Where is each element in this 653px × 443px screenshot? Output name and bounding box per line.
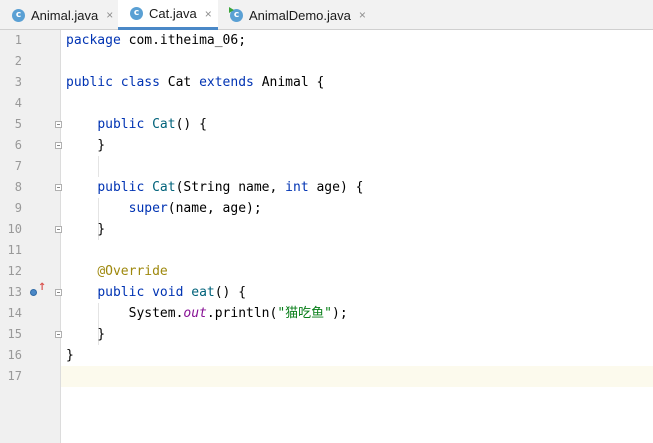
- line-number: 14: [7, 306, 22, 320]
- tab-animaldemo-java[interactable]: c AnimalDemo.java ×: [218, 0, 368, 30]
- run-arrow-icon: [229, 6, 234, 13]
- line-number: 2: [14, 54, 22, 68]
- code-line: public Cat() {: [97, 117, 207, 132]
- close-icon[interactable]: ×: [359, 8, 366, 22]
- tab-label: AnimalDemo.java: [249, 7, 351, 23]
- line-number: 9: [14, 201, 22, 215]
- close-icon[interactable]: ×: [106, 8, 113, 22]
- tab-animal-java[interactable]: c Animal.java ×: [0, 0, 118, 30]
- code-line: }: [66, 222, 106, 237]
- line-number: 11: [7, 243, 22, 257]
- code-line: @Override: [97, 264, 168, 279]
- line-number: 1: [14, 33, 22, 47]
- line-number: 12: [7, 264, 22, 278]
- code-line: public class Cat extends Animal {: [66, 75, 325, 90]
- code-line: package com.itheima_06;: [66, 33, 247, 48]
- class-icon-letter: c: [233, 9, 240, 20]
- line-number: 13: [7, 285, 22, 299]
- line-number: 8: [14, 180, 22, 194]
- code-line: System.out.println("猫吃鱼");: [66, 306, 348, 321]
- line-number: 4: [14, 96, 22, 110]
- editor-gutter: 1 2 3 4 5 6 7 8 9 10 11 12 13 14 15 16 1…: [0, 30, 62, 443]
- line-number: 10: [7, 222, 22, 236]
- line-number: 3: [14, 75, 22, 89]
- runnable-class-icon: c: [229, 6, 243, 22]
- indent-guide: [98, 156, 99, 177]
- class-icon: c: [130, 7, 143, 20]
- current-line[interactable]: [61, 366, 653, 387]
- override-method-icon[interactable]: ↑: [30, 282, 46, 299]
- line-number: 6: [14, 138, 22, 152]
- close-icon[interactable]: ×: [205, 7, 212, 21]
- line-number: 5: [14, 117, 22, 131]
- tab-cat-java[interactable]: c Cat.java ×: [118, 0, 218, 30]
- line-number: 15: [7, 327, 22, 341]
- code-editor[interactable]: package com.itheima_06; public class Cat…: [61, 30, 653, 443]
- line-number: 17: [7, 369, 22, 383]
- code-line: }: [66, 348, 74, 363]
- tab-label: Animal.java: [31, 7, 99, 23]
- code-line: super(name, age);: [128, 201, 262, 216]
- line-number: 7: [14, 159, 22, 173]
- editor-tab-bar: c Animal.java × c Cat.java × c AnimalDem…: [0, 0, 653, 30]
- tab-label: Cat.java: [149, 6, 197, 21]
- class-icon: c: [12, 8, 25, 22]
- code-line: }: [66, 327, 106, 342]
- line-number: 16: [7, 348, 22, 362]
- code-line: public void eat() {: [97, 285, 247, 300]
- code-line: }: [66, 138, 106, 153]
- code-line: public Cat(String name, int age) {: [97, 180, 364, 195]
